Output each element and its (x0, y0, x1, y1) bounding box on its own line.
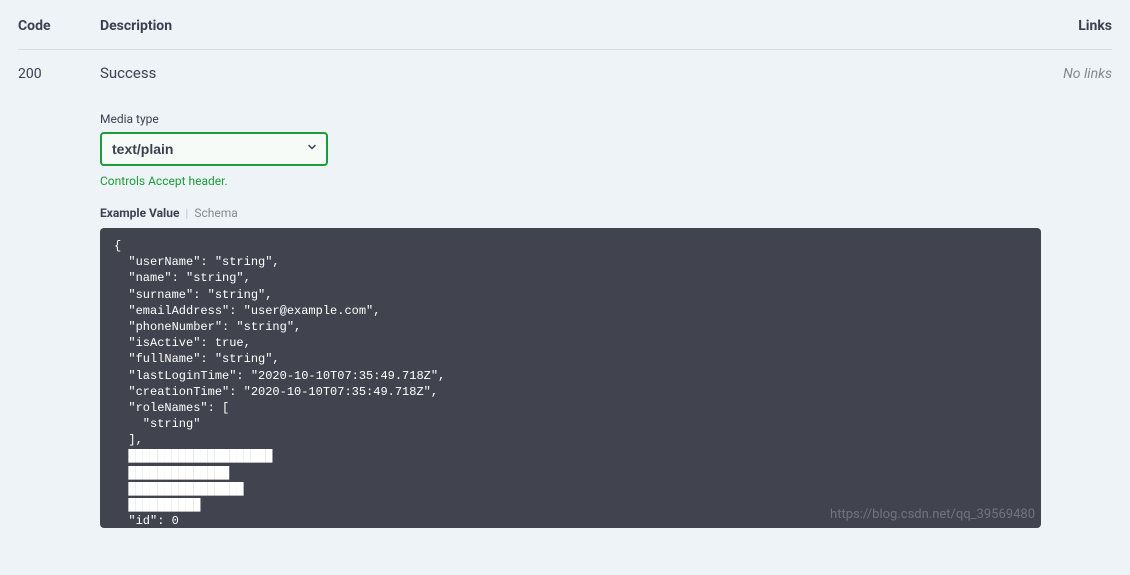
tab-schema[interactable]: Schema (194, 206, 237, 220)
response-description-area: Success Media type text/plain Controls A… (100, 64, 1063, 528)
tab-example-value[interactable]: Example Value (100, 206, 179, 220)
example-value-code[interactable]: { "userName": "string", "name": "string"… (100, 228, 1041, 528)
media-type-label: Media type (100, 112, 1043, 126)
example-schema-tabs: Example Value | Schema (100, 206, 1043, 220)
response-code: 200 (18, 64, 100, 528)
header-code: Code (18, 18, 100, 34)
responses-header-row: Code Description Links (18, 0, 1112, 50)
example-json-content: { "userName": "string", "name": "string"… (114, 239, 445, 528)
header-links: Links (1078, 18, 1112, 34)
response-row: 200 Success Media type text/plain Contro… (18, 50, 1112, 528)
media-type-hint: Controls Accept header. (100, 174, 1043, 188)
header-description: Description (100, 18, 1078, 34)
media-type-select[interactable]: text/plain (100, 132, 328, 166)
tab-separator: | (185, 206, 188, 220)
response-links: No links (1063, 64, 1112, 528)
watermark-text: https://blog.csdn.net/qq_39569480 (830, 506, 1035, 524)
response-description: Success (100, 64, 1043, 82)
